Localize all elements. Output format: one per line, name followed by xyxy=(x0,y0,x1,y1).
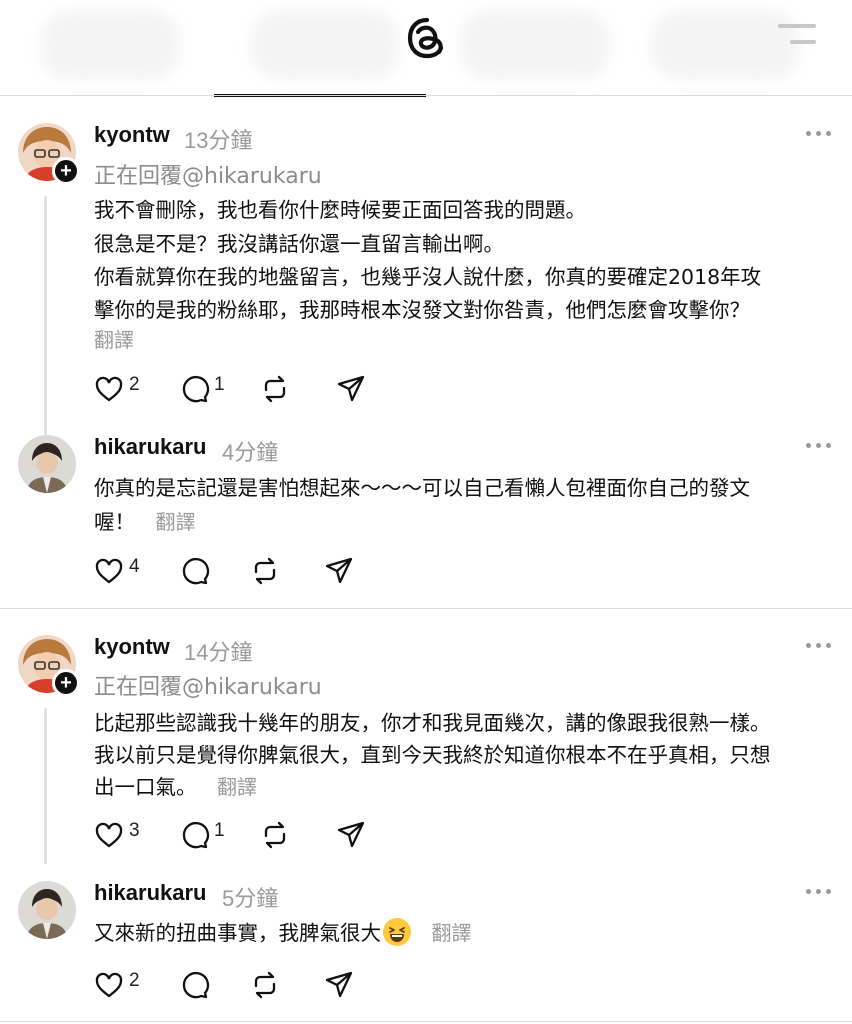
share-button[interactable] xyxy=(324,970,356,1000)
reply-button[interactable] xyxy=(180,970,212,1000)
repost-button[interactable] xyxy=(250,970,282,1000)
post-text-fragment: 又來新的扭曲事實，我脾氣很大 xyxy=(94,921,381,945)
reply-to-label[interactable]: 正在回覆@hikarukaru xyxy=(94,158,322,190)
more-options-icon[interactable] xyxy=(806,130,832,138)
blurred-tab xyxy=(40,10,180,80)
share-button[interactable] xyxy=(336,820,368,850)
avatar[interactable]: + xyxy=(18,635,80,697)
post-text-line: 你真的是忘記還是害怕想起來～～～可以自己看懶人包裡面你自己的發文 xyxy=(94,476,750,500)
heart-icon xyxy=(95,822,123,848)
share-button[interactable] xyxy=(324,556,356,586)
more-options-icon[interactable] xyxy=(806,888,832,896)
comment-icon xyxy=(182,821,210,849)
like-count: 2 xyxy=(129,970,140,991)
reply-button[interactable]: 1 xyxy=(180,820,230,850)
post-text-line: 喔！ 翻譯 xyxy=(94,505,196,535)
avatar-hikarukaru-icon xyxy=(18,881,76,939)
username[interactable]: hikarukaru xyxy=(94,434,207,460)
follow-plus-icon[interactable]: + xyxy=(52,157,80,185)
thread-connector-line xyxy=(44,708,47,864)
post-text-line: 比起那些認識我十幾年的朋友，你才和我見面幾次，講的像跟我很熟一樣。 xyxy=(94,711,771,735)
repost-icon xyxy=(254,557,276,585)
comment-icon xyxy=(182,971,210,999)
menu-icon[interactable] xyxy=(778,24,816,46)
post-text-line: 出一口氣。 翻譯 xyxy=(94,770,257,800)
post-text-line: 我以前只是覺得你脾氣很大，直到今天我終於知道你根本不在乎真相，只想 xyxy=(94,743,771,767)
avatar[interactable] xyxy=(18,881,76,939)
timestamp: 14分鐘 xyxy=(184,640,253,665)
avatar[interactable] xyxy=(18,435,76,493)
like-count: 4 xyxy=(129,556,140,577)
blurred-tab xyxy=(460,10,610,80)
post-text-line: 我不會刪除，我也看你什麼時候要正面回答我的問題。 xyxy=(94,198,586,222)
repost-icon xyxy=(264,375,286,403)
like-button[interactable]: 4 xyxy=(94,556,144,586)
grinning-squinting-face-icon xyxy=(383,918,411,946)
follow-plus-icon[interactable]: + xyxy=(52,669,80,697)
send-icon xyxy=(325,557,353,584)
like-button[interactable]: 2 xyxy=(94,970,144,1000)
repost-button[interactable] xyxy=(250,556,282,586)
share-button[interactable] xyxy=(336,374,368,404)
reply-button[interactable]: 1 xyxy=(180,374,230,404)
more-options-icon[interactable] xyxy=(806,442,832,450)
heart-icon xyxy=(95,972,123,998)
post-actions: 4 xyxy=(94,556,394,586)
heart-icon xyxy=(95,376,123,402)
comment-icon xyxy=(182,557,210,585)
post-text-line: 很急是不是？我沒講話你還一直留言輸出啊。 xyxy=(94,232,504,256)
header-divider xyxy=(0,95,852,96)
top-bar xyxy=(0,0,852,98)
send-icon xyxy=(337,375,365,402)
heart-icon xyxy=(95,558,123,584)
repost-icon xyxy=(254,971,276,999)
translate-link[interactable]: 翻譯 xyxy=(156,510,196,534)
username[interactable]: hikarukaru xyxy=(94,880,207,906)
reply-count: 1 xyxy=(214,820,225,841)
avatar[interactable]: + xyxy=(18,123,80,185)
blurred-tab xyxy=(250,10,400,80)
username[interactable]: kyontw xyxy=(94,122,170,148)
translate-link[interactable]: 翻譯 xyxy=(94,324,134,353)
send-icon xyxy=(337,821,365,848)
translate-link[interactable]: 翻譯 xyxy=(432,921,472,945)
like-button[interactable]: 2 xyxy=(94,374,144,404)
reply-count: 1 xyxy=(214,374,225,395)
reply-to-label[interactable]: 正在回覆@hikarukaru xyxy=(94,669,322,701)
like-count: 3 xyxy=(129,820,140,841)
more-options-icon[interactable] xyxy=(806,642,832,650)
post-text-line: 你看就算你在我的地盤留言，也幾乎沒人說什麼，你真的要確定2018年攻 xyxy=(94,265,762,289)
reply-button[interactable] xyxy=(180,556,212,586)
repost-button[interactable] xyxy=(260,374,292,404)
timestamp: 4分鐘 xyxy=(222,440,279,465)
like-count: 2 xyxy=(129,374,140,395)
thread-divider xyxy=(0,1021,852,1022)
post-actions: 2 xyxy=(94,970,394,1000)
username[interactable]: kyontw xyxy=(94,634,170,660)
repost-icon xyxy=(264,821,286,849)
post-actions: 3 1 xyxy=(94,820,394,850)
threads-logo-icon[interactable] xyxy=(403,14,451,62)
post-text-line: 擊你的是我的粉絲耶，我那時根本沒發文對你咎責，他們怎麼會攻擊你？ xyxy=(94,298,750,322)
avatar-hikarukaru-icon xyxy=(18,435,76,493)
repost-button[interactable] xyxy=(260,820,292,850)
comment-icon xyxy=(182,375,210,403)
timestamp: 13分鐘 xyxy=(184,128,253,153)
post-text-fragment: 喔！ xyxy=(94,510,135,534)
translate-link[interactable]: 翻譯 xyxy=(217,775,257,799)
send-icon xyxy=(325,971,353,998)
post-text-fragment: 出一口氣。 xyxy=(94,775,197,799)
thread-divider xyxy=(0,608,852,609)
like-button[interactable]: 3 xyxy=(94,820,144,850)
post-actions: 2 1 xyxy=(94,374,394,404)
timestamp: 5分鐘 xyxy=(222,886,279,911)
post-text-line: 又來新的扭曲事實，我脾氣很大 翻譯 xyxy=(94,916,472,946)
